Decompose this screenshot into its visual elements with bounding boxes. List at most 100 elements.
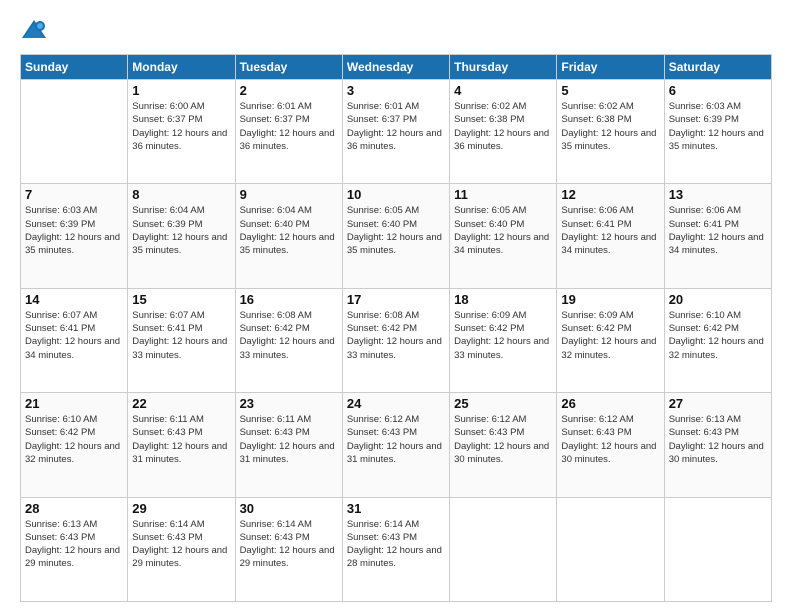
calendar-cell: 22Sunrise: 6:11 AMSunset: 6:43 PMDayligh…	[128, 393, 235, 497]
day-number: 27	[669, 396, 767, 411]
page: SundayMondayTuesdayWednesdayThursdayFrid…	[0, 0, 792, 612]
calendar-cell: 16Sunrise: 6:08 AMSunset: 6:42 PMDayligh…	[235, 288, 342, 392]
day-number: 7	[25, 187, 123, 202]
day-info: Sunrise: 6:13 AMSunset: 6:43 PMDaylight:…	[669, 413, 767, 466]
calendar-cell: 20Sunrise: 6:10 AMSunset: 6:42 PMDayligh…	[664, 288, 771, 392]
calendar-cell: 5 Sunrise: 6:02 AMSunset: 6:38 PMDaylight…	[557, 80, 664, 184]
day-number: 21	[25, 396, 123, 411]
col-header-sunday: Sunday	[21, 55, 128, 80]
day-number: 11	[454, 187, 552, 202]
calendar-cell	[557, 497, 664, 601]
day-info: Sunrise: 6:04 AMSunset: 6:40 PMDaylight:…	[240, 204, 338, 257]
calendar-table: SundayMondayTuesdayWednesdayThursdayFrid…	[20, 54, 772, 602]
day-info: Sunrise: 6:01 AMSunset: 6:37 PMDaylight:…	[347, 100, 445, 153]
col-header-thursday: Thursday	[450, 55, 557, 80]
day-number: 13	[669, 187, 767, 202]
day-info: Sunrise: 6:11 AMSunset: 6:43 PMDaylight:…	[240, 413, 338, 466]
calendar-cell: 3 Sunrise: 6:01 AMSunset: 6:37 PMDaylight…	[342, 80, 449, 184]
calendar-cell: 25 Sunrise: 6:12 AMSunset: 6:43 PMDayligh…	[450, 393, 557, 497]
calendar-cell: 18 Sunrise: 6:09 AMSunset: 6:42 PMDayligh…	[450, 288, 557, 392]
day-number: 6	[669, 83, 767, 98]
calendar-cell	[21, 80, 128, 184]
calendar-cell: 12 Sunrise: 6:06 AMSunset: 6:41 PMDayligh…	[557, 184, 664, 288]
day-info: Sunrise: 6:03 AMSunset: 6:39 PMDaylight:…	[25, 204, 123, 257]
calendar-cell	[664, 497, 771, 601]
day-info: Sunrise: 6:14 AMSunset: 6:43 PMDaylight:…	[240, 518, 338, 571]
day-number: 14	[25, 292, 123, 307]
day-info: Sunrise: 6:04 AMSunset: 6:39 PMDaylight:…	[132, 204, 230, 257]
calendar-cell: 10 Sunrise: 6:05 AMSunset: 6:40 PMDayligh…	[342, 184, 449, 288]
header	[20, 16, 772, 44]
day-info: Sunrise: 6:11 AMSunset: 6:43 PMDaylight:…	[132, 413, 230, 466]
calendar-cell: 7 Sunrise: 6:03 AMSunset: 6:39 PMDaylight…	[21, 184, 128, 288]
day-number: 23	[240, 396, 338, 411]
day-info: Sunrise: 6:02 AMSunset: 6:38 PMDaylight:…	[454, 100, 552, 153]
calendar-cell: 9 Sunrise: 6:04 AMSunset: 6:40 PMDaylight…	[235, 184, 342, 288]
logo-icon	[20, 16, 48, 44]
calendar-cell: 31Sunrise: 6:14 AMSunset: 6:43 PMDayligh…	[342, 497, 449, 601]
day-info: Sunrise: 6:05 AMSunset: 6:40 PMDaylight:…	[347, 204, 445, 257]
day-number: 24	[347, 396, 445, 411]
col-header-tuesday: Tuesday	[235, 55, 342, 80]
day-number: 2	[240, 83, 338, 98]
calendar-cell: 1Sunrise: 6:00 AMSunset: 6:37 PMDaylight…	[128, 80, 235, 184]
day-info: Sunrise: 6:12 AMSunset: 6:43 PMDaylight:…	[454, 413, 552, 466]
col-header-saturday: Saturday	[664, 55, 771, 80]
calendar-cell: 4 Sunrise: 6:02 AMSunset: 6:38 PMDaylight…	[450, 80, 557, 184]
calendar-cell: 2 Sunrise: 6:01 AMSunset: 6:37 PMDaylight…	[235, 80, 342, 184]
calendar-cell: 17Sunrise: 6:08 AMSunset: 6:42 PMDayligh…	[342, 288, 449, 392]
calendar-cell: 19 Sunrise: 6:09 AMSunset: 6:42 PMDayligh…	[557, 288, 664, 392]
day-number: 5	[561, 83, 659, 98]
day-info: Sunrise: 6:06 AMSunset: 6:41 PMDaylight:…	[669, 204, 767, 257]
calendar-week-1: 1Sunrise: 6:00 AMSunset: 6:37 PMDaylight…	[21, 80, 772, 184]
day-number: 10	[347, 187, 445, 202]
day-info: Sunrise: 6:03 AMSunset: 6:39 PMDaylight:…	[669, 100, 767, 153]
logo	[20, 16, 52, 44]
day-number: 3	[347, 83, 445, 98]
day-info: Sunrise: 6:12 AMSunset: 6:43 PMDaylight:…	[561, 413, 659, 466]
calendar-cell: 14 Sunrise: 6:07 AMSunset: 6:41 PMDayligh…	[21, 288, 128, 392]
col-header-friday: Friday	[557, 55, 664, 80]
calendar-cell: 15 Sunrise: 6:07 AMSunset: 6:41 PMDayligh…	[128, 288, 235, 392]
day-number: 17	[347, 292, 445, 307]
calendar-cell: 27 Sunrise: 6:13 AMSunset: 6:43 PMDayligh…	[664, 393, 771, 497]
day-info: Sunrise: 6:06 AMSunset: 6:41 PMDaylight:…	[561, 204, 659, 257]
day-number: 9	[240, 187, 338, 202]
calendar-cell: 8Sunrise: 6:04 AMSunset: 6:39 PMDaylight…	[128, 184, 235, 288]
calendar-week-2: 7 Sunrise: 6:03 AMSunset: 6:39 PMDaylight…	[21, 184, 772, 288]
day-info: Sunrise: 6:05 AMSunset: 6:40 PMDaylight:…	[454, 204, 552, 257]
calendar-cell: 6 Sunrise: 6:03 AMSunset: 6:39 PMDaylight…	[664, 80, 771, 184]
day-number: 4	[454, 83, 552, 98]
day-info: Sunrise: 6:10 AMSunset: 6:42 PMDaylight:…	[25, 413, 123, 466]
day-number: 28	[25, 501, 123, 516]
day-info: Sunrise: 6:07 AMSunset: 6:41 PMDaylight:…	[132, 309, 230, 362]
calendar-cell: 24 Sunrise: 6:12 AMSunset: 6:43 PMDayligh…	[342, 393, 449, 497]
day-number: 1	[132, 83, 230, 98]
day-number: 25	[454, 396, 552, 411]
day-info: Sunrise: 6:02 AMSunset: 6:38 PMDaylight:…	[561, 100, 659, 153]
day-info: Sunrise: 6:09 AMSunset: 6:42 PMDaylight:…	[454, 309, 552, 362]
day-info: Sunrise: 6:14 AMSunset: 6:43 PMDaylight:…	[347, 518, 445, 571]
day-number: 15	[132, 292, 230, 307]
day-number: 12	[561, 187, 659, 202]
day-number: 20	[669, 292, 767, 307]
calendar-header-row: SundayMondayTuesdayWednesdayThursdayFrid…	[21, 55, 772, 80]
day-number: 16	[240, 292, 338, 307]
calendar-week-4: 21 Sunrise: 6:10 AMSunset: 6:42 PMDayligh…	[21, 393, 772, 497]
calendar-cell: 29 Sunrise: 6:14 AMSunset: 6:43 PMDayligh…	[128, 497, 235, 601]
day-info: Sunrise: 6:14 AMSunset: 6:43 PMDaylight:…	[132, 518, 230, 571]
day-number: 30	[240, 501, 338, 516]
day-info: Sunrise: 6:13 AMSunset: 6:43 PMDaylight:…	[25, 518, 123, 571]
day-info: Sunrise: 6:12 AMSunset: 6:43 PMDaylight:…	[347, 413, 445, 466]
col-header-wednesday: Wednesday	[342, 55, 449, 80]
day-number: 29	[132, 501, 230, 516]
day-info: Sunrise: 6:01 AMSunset: 6:37 PMDaylight:…	[240, 100, 338, 153]
day-info: Sunrise: 6:09 AMSunset: 6:42 PMDaylight:…	[561, 309, 659, 362]
calendar-cell	[450, 497, 557, 601]
calendar-cell: 11 Sunrise: 6:05 AMSunset: 6:40 PMDayligh…	[450, 184, 557, 288]
calendar-week-5: 28 Sunrise: 6:13 AMSunset: 6:43 PMDayligh…	[21, 497, 772, 601]
day-number: 19	[561, 292, 659, 307]
calendar-cell: 21 Sunrise: 6:10 AMSunset: 6:42 PMDayligh…	[21, 393, 128, 497]
day-number: 18	[454, 292, 552, 307]
day-info: Sunrise: 6:07 AMSunset: 6:41 PMDaylight:…	[25, 309, 123, 362]
